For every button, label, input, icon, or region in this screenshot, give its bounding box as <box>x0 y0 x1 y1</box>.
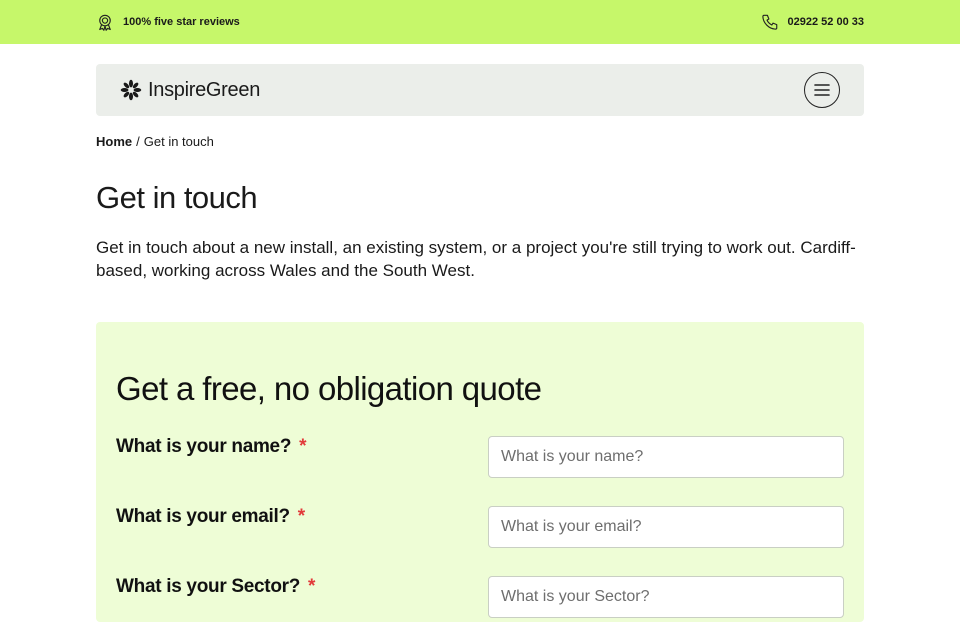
name-field-label: What is your name? * <box>116 436 307 457</box>
sector-field-label: What is your Sector? * <box>116 576 316 597</box>
logo-text: InspireGreen <box>148 78 261 101</box>
phone-icon <box>761 13 779 31</box>
required-marker: * <box>299 436 307 457</box>
reviews-badge: 100% five star reviews <box>96 0 240 44</box>
hamburger-menu-icon <box>814 83 830 97</box>
intro-text: Get in touch about a new install, an exi… <box>96 238 856 280</box>
award-icon <box>96 13 114 31</box>
quote-form-panel: Get a free, no obligation quote What is … <box>96 322 864 622</box>
email-field-label: What is your email? * <box>116 506 305 527</box>
breadcrumb-home-link[interactable]: Home <box>96 134 132 149</box>
phone-contact[interactable]: 02922 52 00 33 <box>761 0 864 44</box>
phone-number[interactable]: 02922 52 00 33 <box>788 16 864 28</box>
asterisk-flower-icon <box>120 79 142 101</box>
email-input[interactable] <box>488 506 844 548</box>
top-announcement-bar: 100% five star reviews 02922 52 00 33 <box>0 0 960 44</box>
breadcrumb: Home / Get in touch <box>96 134 214 149</box>
required-marker: * <box>297 506 305 527</box>
breadcrumb-current: Get in touch <box>143 134 214 149</box>
menu-button[interactable] <box>804 72 840 108</box>
sector-input[interactable] <box>488 576 844 618</box>
quote-form-title: Get a free, no obligation quote <box>116 370 542 407</box>
required-marker: * <box>308 576 316 597</box>
reviews-text: 100% five star reviews <box>123 16 240 28</box>
main-navbar: InspireGreen <box>96 64 864 116</box>
site-logo[interactable]: InspireGreen <box>120 64 260 116</box>
page-title: Get in touch <box>96 180 258 215</box>
name-input[interactable] <box>488 436 844 478</box>
breadcrumb-separator: / <box>136 134 140 149</box>
